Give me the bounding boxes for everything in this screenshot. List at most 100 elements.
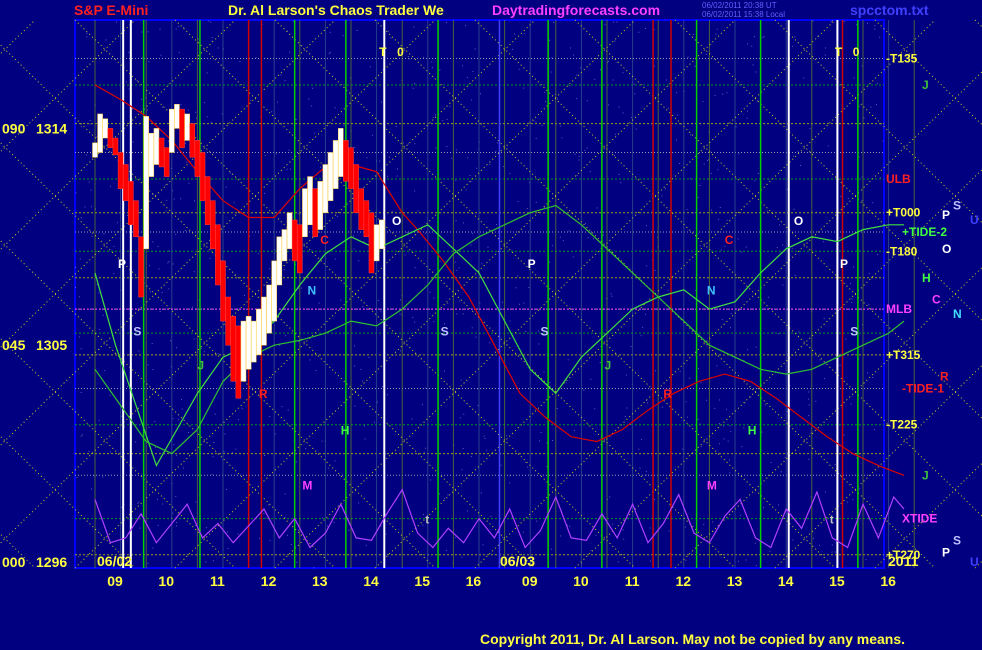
background-dot <box>495 150 497 152</box>
x-tick-label: 13 <box>727 573 743 589</box>
background-dot <box>334 107 336 109</box>
price-bar <box>117 152 124 189</box>
background-dot <box>620 182 622 184</box>
background-dot <box>206 116 208 118</box>
price-bar <box>286 212 293 250</box>
background-dot <box>442 120 444 122</box>
right-label: +T315 <box>886 348 921 362</box>
background-dot <box>109 451 111 453</box>
right-label: C <box>932 292 941 306</box>
background-dot <box>546 442 548 444</box>
background-dot <box>700 382 702 384</box>
background-dot <box>608 104 610 106</box>
background-dot <box>241 408 243 410</box>
background-dot <box>160 54 162 56</box>
background-dot <box>475 336 477 338</box>
background-dot <box>843 21 845 23</box>
background-dot <box>102 314 104 316</box>
background-dot <box>722 93 724 95</box>
background-dot <box>509 320 511 322</box>
background-dot <box>237 418 239 420</box>
background-dot <box>763 35 765 37</box>
background-dot <box>159 28 161 30</box>
background-dot <box>548 261 550 263</box>
x-tick-label: 16 <box>880 573 896 589</box>
chart-marker: R <box>259 387 268 401</box>
background-dot <box>550 71 552 73</box>
background-dot <box>778 224 780 226</box>
background-dot <box>540 431 542 433</box>
background-dot <box>135 441 137 443</box>
background-dot <box>726 219 728 221</box>
background-dot <box>269 539 271 541</box>
background-dot <box>308 98 310 100</box>
background-dot <box>454 261 456 263</box>
y-tick-label: 1314 <box>36 120 67 136</box>
price-bar <box>378 219 385 250</box>
site-link[interactable]: Daytradingforecasts.com <box>492 2 660 18</box>
background-dot <box>654 499 656 501</box>
background-dot <box>390 37 392 39</box>
background-dot <box>127 386 129 388</box>
background-dot <box>586 100 588 102</box>
background-dot <box>264 454 266 456</box>
y-tick-label: 1305 <box>36 337 67 353</box>
background-dot <box>379 160 381 162</box>
background-dot <box>745 559 747 561</box>
background-dot <box>728 459 730 461</box>
background-dot <box>843 434 845 436</box>
background-dot <box>626 407 628 409</box>
background-dot <box>587 237 589 239</box>
chart-marker: O <box>392 214 401 228</box>
background-dot <box>618 173 620 175</box>
background-dot <box>268 268 270 270</box>
background-dot <box>565 381 567 383</box>
background-dot <box>868 273 870 275</box>
background-dot <box>385 533 387 535</box>
background-dot <box>782 284 784 286</box>
background-dot <box>170 340 172 342</box>
background-dot <box>271 111 273 113</box>
background-dot <box>356 30 358 32</box>
background-dot <box>289 51 291 53</box>
background-dot <box>484 438 486 440</box>
background-dot <box>766 210 768 212</box>
background-dot <box>808 415 810 417</box>
background-dot <box>858 105 860 107</box>
background-dot <box>850 283 852 285</box>
background-dot <box>438 493 440 495</box>
background-dot <box>613 21 615 23</box>
background-dot <box>489 342 491 344</box>
background-dot <box>353 235 355 237</box>
background-dot <box>369 66 371 68</box>
background-dot <box>569 525 571 527</box>
background-dot <box>354 365 356 367</box>
background-dot <box>853 77 855 79</box>
background-dot <box>567 524 569 526</box>
y-tick-prefix: 090 <box>2 120 26 136</box>
chart-marker: C <box>725 233 734 247</box>
background-dot <box>826 230 828 232</box>
background-dot <box>721 319 723 321</box>
chart-marker: R <box>663 387 672 401</box>
background-dot <box>165 210 167 212</box>
background-dot <box>104 370 106 372</box>
background-dot <box>284 335 286 337</box>
background-dot <box>208 20 210 22</box>
background-dot <box>126 214 128 216</box>
x-tick-label: 11 <box>210 573 225 589</box>
background-dot <box>850 483 852 485</box>
price-bar <box>363 200 370 238</box>
price-bar <box>312 188 318 238</box>
grid-diagonal <box>0 533 36 569</box>
background-dot <box>421 404 423 406</box>
background-dot <box>465 25 467 27</box>
background-dot <box>578 155 580 157</box>
background-dot <box>371 134 373 136</box>
background-dot <box>549 382 551 384</box>
price-bar <box>353 164 359 213</box>
background-dot <box>471 327 473 329</box>
price-bar <box>128 181 134 226</box>
background-dot <box>173 444 175 446</box>
background-dot <box>90 488 92 490</box>
